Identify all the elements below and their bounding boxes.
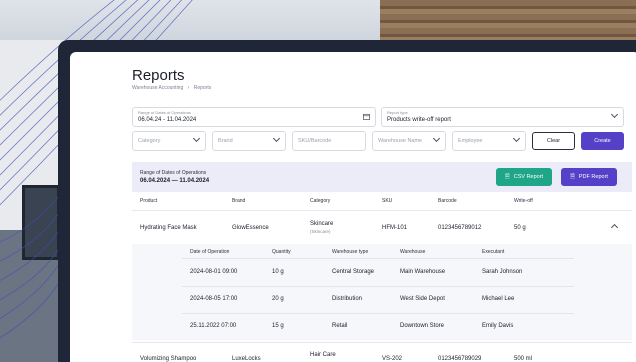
cell-category-sub: (Skincare) — [310, 229, 331, 234]
date-range-value: 06.04.24 - 11.04.2024 — [138, 117, 197, 123]
chevron-down-icon — [512, 134, 521, 143]
brand-select[interactable]: Brand — [212, 131, 286, 151]
subcolumn-header-date: Date of Operation — [190, 249, 230, 255]
calendar-icon[interactable] — [363, 113, 370, 123]
chevron-down-icon — [192, 134, 201, 143]
sub-cell-executant: Emily Davis — [482, 323, 514, 329]
divider — [182, 313, 574, 314]
subcolumn-header-warehouse: Warehouse — [400, 249, 426, 255]
warehouse-select[interactable]: Warehouse Name — [372, 131, 446, 151]
sub-cell-warehouse: Main Warehouse — [400, 269, 446, 275]
cell-product: Hydrating Face Mask — [140, 225, 197, 231]
cell-brand: GlowEssence — [232, 225, 269, 231]
date-range-label: Range of Dates of Operations — [138, 110, 191, 115]
cell-sku: VS-202 — [382, 356, 403, 362]
csv-report-label: CSV Report — [513, 174, 544, 180]
brand-placeholder: Brand — [218, 138, 233, 144]
divider — [182, 258, 574, 259]
sub-cell-warehouse-type: Distribution — [332, 296, 363, 302]
breadcrumb-separator: › — [187, 85, 190, 91]
chevron-up-icon — [610, 223, 619, 232]
sub-cell-quantity: 10 g — [272, 269, 284, 275]
report-type-select[interactable]: Report type Products write-off report — [381, 107, 624, 127]
column-header-product: Product — [140, 198, 158, 204]
employee-select[interactable]: Employee — [452, 131, 526, 151]
chevron-down-icon — [272, 134, 281, 143]
pdf-report-button[interactable]: 🗎 PDF Report — [561, 168, 617, 186]
sub-cell-executant: Michael Lee — [482, 296, 515, 302]
file-icon: 🗎 — [504, 174, 510, 180]
sub-cell-warehouse-type: Central Storage — [332, 269, 375, 275]
sub-cell-quantity: 15 g — [272, 323, 284, 329]
sub-cell-warehouse: Downtown Store — [400, 323, 445, 329]
column-header-brand: Brand — [232, 198, 246, 204]
pdf-report-label: PDF Report — [578, 174, 608, 180]
report-summary: Range of Dates of Operations 06.04.2024 … — [132, 162, 632, 192]
divider — [132, 342, 632, 343]
sku-placeholder: SKU/Barcode — [298, 138, 332, 144]
sub-cell-quantity: 20 g — [272, 296, 284, 302]
cell-product: Volumizing Shampoo — [140, 356, 197, 362]
category-placeholder: Category — [138, 138, 161, 144]
breadcrumb: Warehouse Accounting › Reports — [132, 85, 214, 91]
sub-cell-date: 2024-08-05 17:00 — [190, 296, 238, 302]
cell-category: Hair Care — [310, 352, 336, 358]
cell-barcode: 0123456789012 — [438, 225, 482, 231]
summary-range-value: 06.04.2024 — 11.04.2024 — [140, 178, 210, 184]
sub-cell-warehouse: West Side Depot — [400, 296, 445, 302]
subcolumn-header-executant: Executant — [482, 249, 505, 255]
report-type-value: Products write-off report — [387, 117, 451, 123]
cell-barcode: 0123456789029 — [438, 356, 482, 362]
collapse-row-button[interactable] — [606, 220, 624, 234]
page-title: Reports — [132, 67, 185, 84]
column-header-sku: SKU — [382, 198, 393, 204]
file-icon: 🗎 — [570, 174, 575, 180]
chevron-down-icon — [610, 110, 619, 119]
summary-range-label: Range of Dates of Operations — [140, 170, 207, 176]
cell-brand: LuxeLocks — [232, 356, 261, 362]
breadcrumb-item-warehouse-accounting[interactable]: Warehouse Accounting — [132, 85, 183, 91]
column-header-writeoff: Write-off — [514, 198, 533, 204]
chevron-down-icon — [432, 134, 441, 143]
subcolumn-header-warehouse-type: Warehouse type — [332, 249, 369, 255]
sub-cell-executant: Sarah Johnson — [482, 269, 523, 275]
date-range-field[interactable]: Range of Dates of Operations 06.04.24 - … — [132, 107, 376, 127]
sub-cell-warehouse-type: Retail — [332, 323, 348, 329]
create-button[interactable]: Create — [581, 132, 624, 150]
cell-category: Skincare — [310, 221, 334, 227]
category-select[interactable]: Category — [132, 131, 206, 151]
warehouse-placeholder: Warehouse Name — [378, 138, 423, 144]
sku-barcode-input[interactable]: SKU/Barcode — [292, 131, 366, 151]
clear-button[interactable]: Clear — [532, 132, 575, 150]
cell-sku: HFM-101 — [382, 225, 408, 231]
csv-report-button[interactable]: 🗎 CSV Report — [496, 168, 552, 186]
subcolumn-header-quantity: Quantity — [272, 249, 291, 255]
cell-writeoff: 50 g — [514, 225, 526, 231]
report-type-label: Report type — [387, 110, 408, 115]
breadcrumb-item-reports[interactable]: Reports — [194, 85, 212, 91]
reports-panel: Reports Warehouse Accounting › Reports R… — [70, 52, 636, 362]
column-header-category: Category — [310, 198, 331, 204]
divider — [132, 210, 632, 211]
divider — [182, 286, 574, 287]
employee-placeholder: Employee — [458, 138, 483, 144]
sub-cell-date: 25.11.2022 07:00 — [190, 323, 237, 329]
cell-writeoff: 500 ml — [514, 356, 533, 362]
column-header-barcode: Barcode — [438, 198, 457, 204]
sub-cell-date: 2024-08-01 09:00 — [190, 269, 238, 275]
